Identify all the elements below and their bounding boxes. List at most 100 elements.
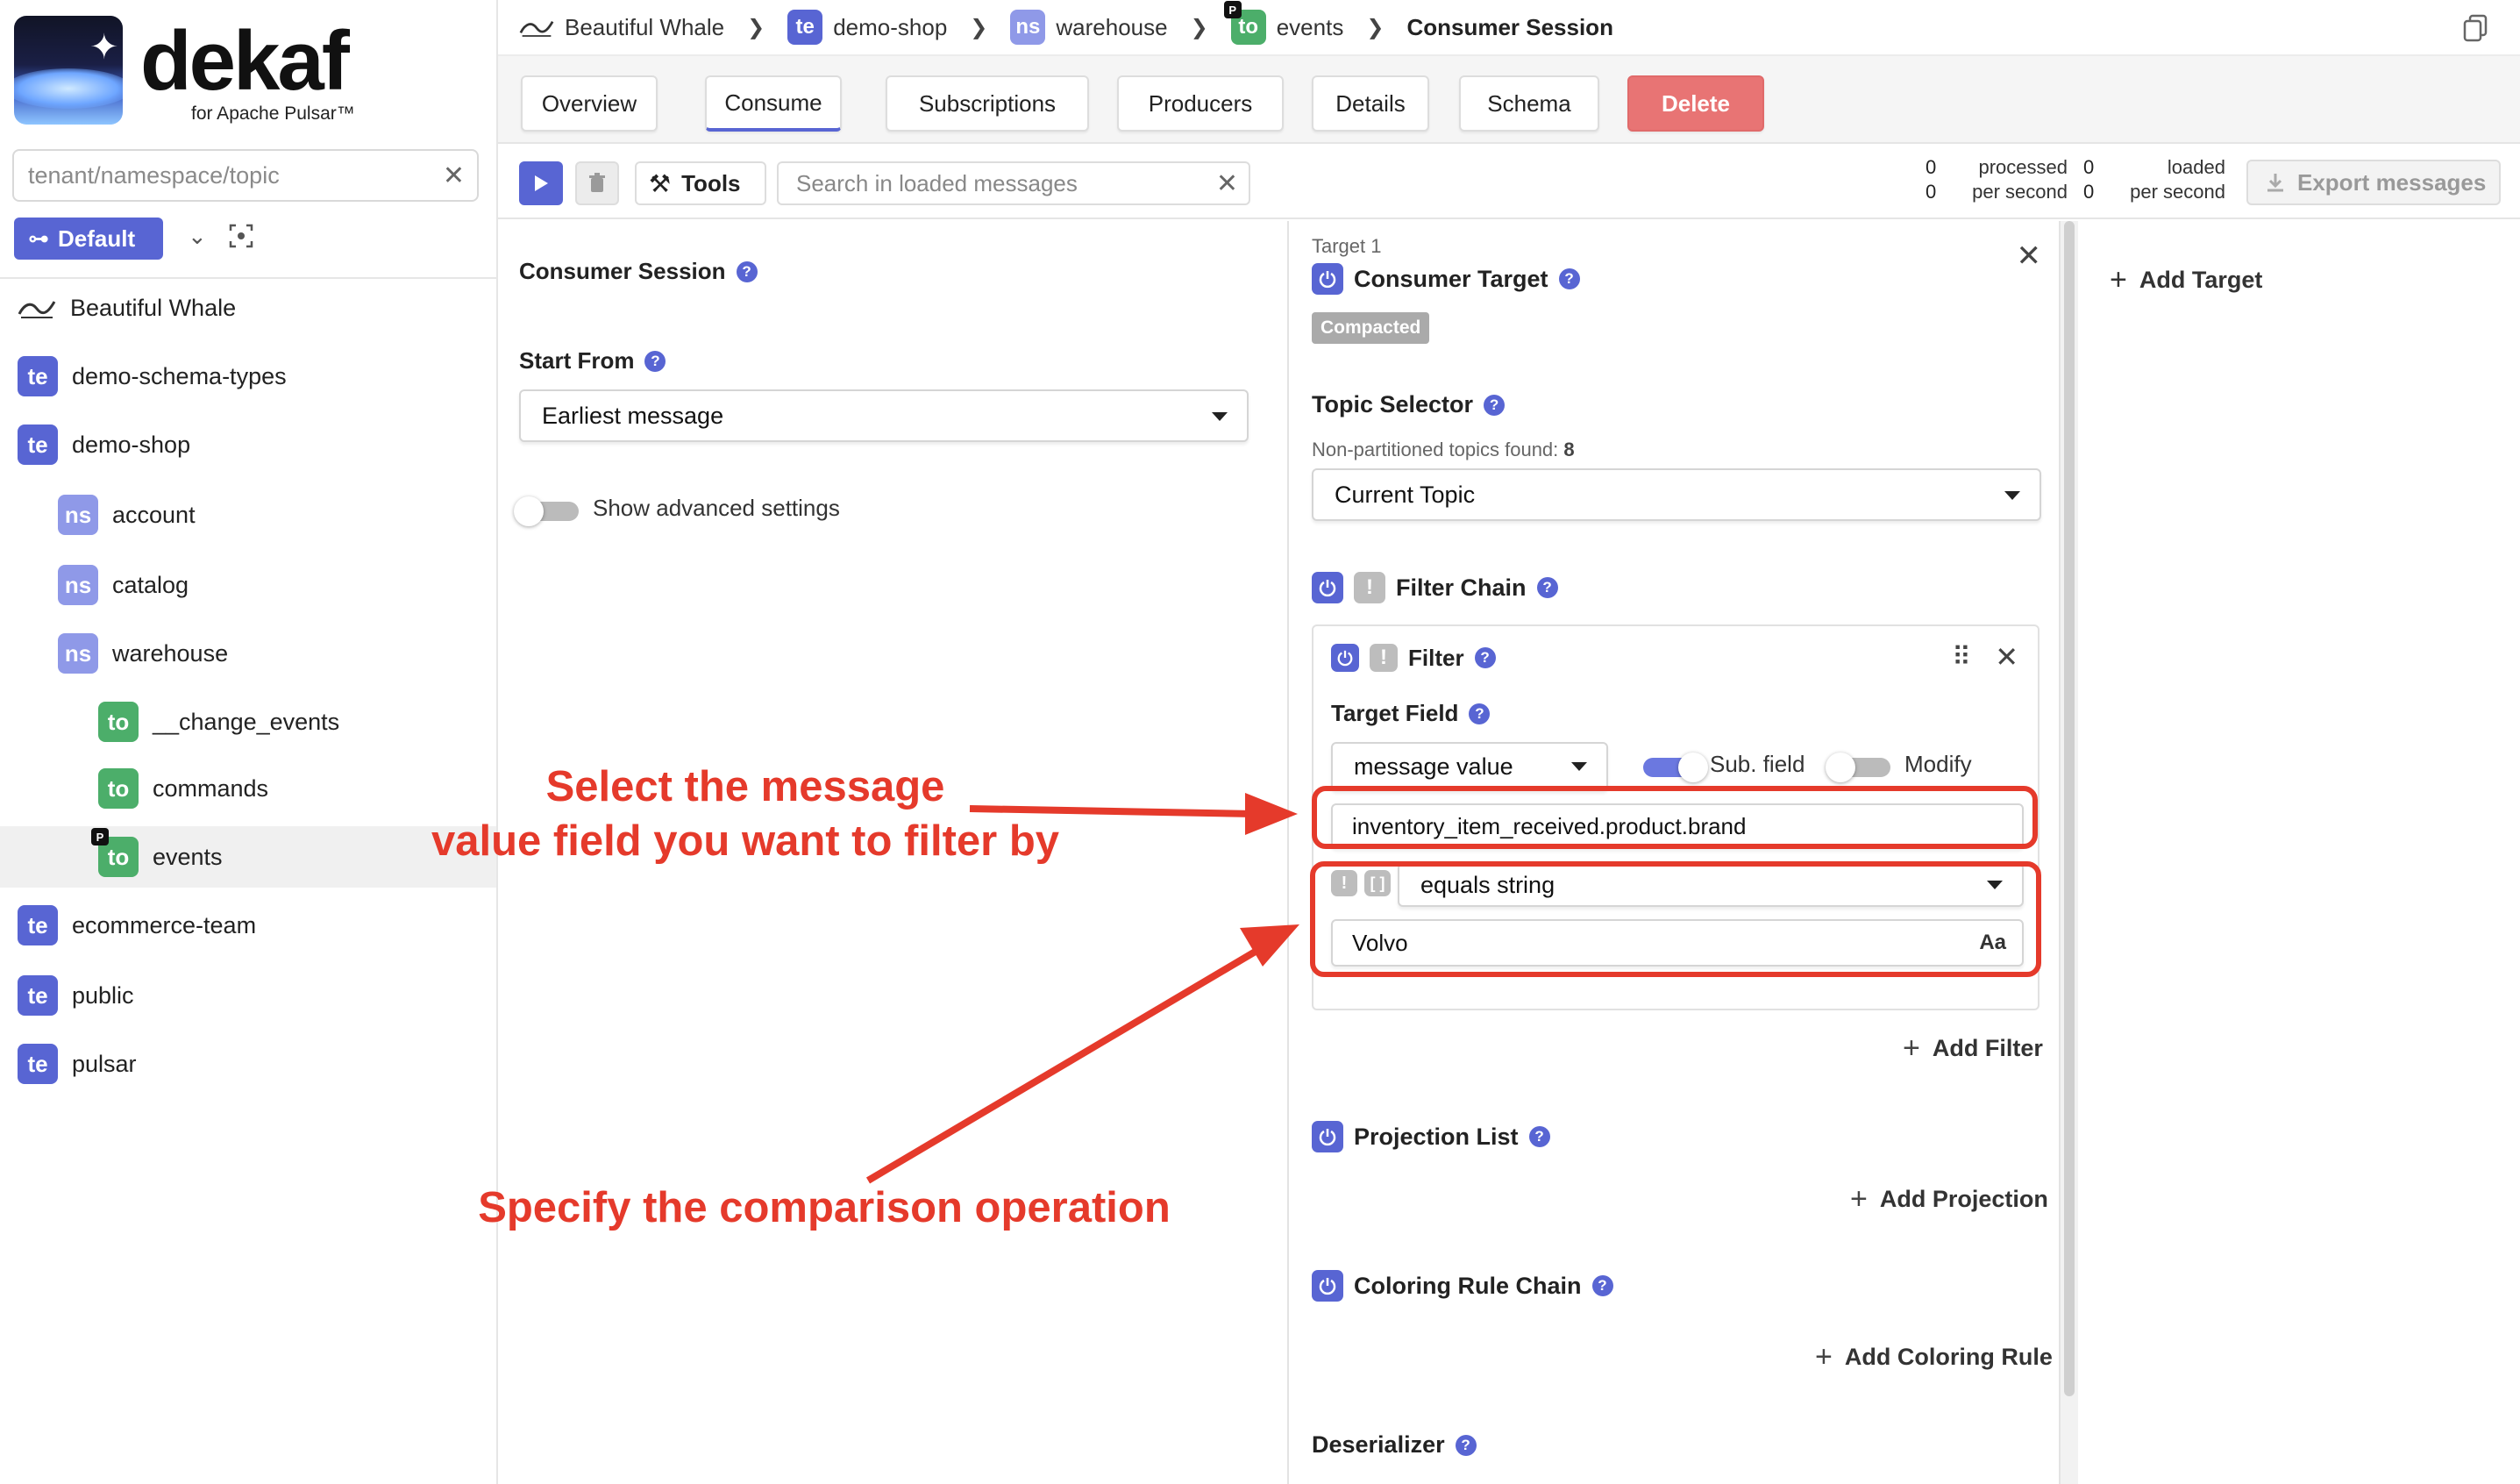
power-icon[interactable] bbox=[1312, 1270, 1343, 1302]
drag-handle-icon[interactable]: ⠿ bbox=[1952, 642, 1971, 673]
negate-icon[interactable]: ! bbox=[1354, 572, 1385, 603]
help-icon[interactable]: ? bbox=[1536, 577, 1558, 598]
breadcrumb-instance[interactable]: Beautiful Whale bbox=[519, 14, 724, 41]
advanced-settings-toggle[interactable] bbox=[514, 496, 579, 526]
plus-icon: + bbox=[1815, 1340, 1833, 1373]
topics-found-label: Non-partitioned topics found: bbox=[1312, 439, 1559, 460]
tools-button[interactable]: ⚒ Tools bbox=[635, 161, 766, 205]
breadcrumb-namespace[interactable]: ns warehouse bbox=[1010, 10, 1168, 45]
copy-icon[interactable] bbox=[2462, 14, 2488, 42]
tree-item-tenant[interactable]: te demo-shop bbox=[0, 414, 496, 475]
tree-item-tenant[interactable]: te demo-schema-types bbox=[0, 346, 496, 407]
topics-found: Non-partitioned topics found: 8 bbox=[1312, 439, 1575, 461]
close-icon[interactable]: ✕ bbox=[1216, 168, 1238, 199]
tab-consume[interactable]: Consume bbox=[705, 75, 842, 132]
target-field-value: message value bbox=[1354, 753, 1513, 780]
deserializer-header: Deserializer ? bbox=[1312, 1431, 1477, 1459]
consume-toolbar: ⚒ Tools ✕ 0 0 processed per second 0 0 l… bbox=[498, 146, 2520, 219]
sub-field-toggle[interactable] bbox=[1643, 753, 1708, 782]
topic-selector-select[interactable]: Current Topic bbox=[1312, 468, 2041, 521]
close-icon[interactable]: ✕ bbox=[2017, 239, 2042, 274]
negate-icon[interactable]: ! bbox=[1370, 644, 1398, 672]
annotation-line-2: value field you want to filter by bbox=[431, 817, 1060, 865]
tab-details[interactable]: Details bbox=[1312, 75, 1429, 132]
breadcrumb-tenant[interactable]: te demo-shop bbox=[787, 10, 947, 45]
message-search[interactable]: ✕ bbox=[777, 161, 1250, 205]
close-icon[interactable]: ✕ bbox=[1995, 640, 2018, 674]
tree-item-namespace[interactable]: ns catalog bbox=[0, 554, 496, 616]
tab-producers[interactable]: Producers bbox=[1117, 75, 1284, 132]
tab-schema[interactable]: Schema bbox=[1459, 75, 1599, 132]
tree-item-tenant[interactable]: te pulsar bbox=[0, 1033, 496, 1095]
sub-field-label: Sub. field bbox=[1710, 751, 1805, 777]
breadcrumb-label: events bbox=[1276, 13, 1344, 40]
modify-toggle[interactable] bbox=[1826, 753, 1890, 782]
add-filter-button[interactable]: + Add Filter bbox=[1903, 1031, 2043, 1066]
chevron-right-icon: ❯ bbox=[970, 15, 988, 39]
namespace-badge: ns bbox=[58, 495, 98, 535]
filter-chain-header: ! Filter Chain ? bbox=[1312, 572, 1558, 603]
target-field-select[interactable]: message value bbox=[1331, 742, 1608, 791]
topic-search-input[interactable] bbox=[28, 151, 431, 200]
tab-overview[interactable]: Overview bbox=[521, 75, 658, 132]
help-icon[interactable]: ? bbox=[1484, 394, 1506, 416]
power-icon[interactable] bbox=[1312, 1121, 1343, 1152]
tabs-row: Overview Consume Subscriptions Producers… bbox=[498, 56, 2520, 144]
tree-item-namespace[interactable]: ns warehouse bbox=[0, 623, 496, 684]
tree-item-namespace[interactable]: ns account bbox=[0, 484, 496, 546]
tree-label: demo-shop bbox=[72, 431, 191, 458]
help-icon[interactable]: ? bbox=[1469, 703, 1491, 724]
topics-found-count: 8 bbox=[1563, 439, 1575, 460]
topic-badge: to bbox=[98, 768, 139, 809]
advanced-settings-label: Show advanced settings bbox=[593, 495, 840, 521]
help-icon[interactable]: ? bbox=[1558, 268, 1580, 289]
close-icon[interactable]: ✕ bbox=[443, 161, 465, 191]
help-icon[interactable]: ? bbox=[736, 260, 758, 282]
power-icon[interactable] bbox=[1312, 263, 1343, 295]
tree-item-topic[interactable]: to __change_events bbox=[0, 691, 496, 753]
clear-button[interactable] bbox=[575, 161, 619, 205]
sparkle-icon: ✦ bbox=[89, 27, 119, 68]
focus-icon[interactable] bbox=[228, 223, 254, 249]
tree-item-instance[interactable]: Beautiful Whale bbox=[0, 277, 496, 339]
help-icon[interactable]: ? bbox=[1528, 1126, 1550, 1147]
power-icon[interactable] bbox=[1331, 644, 1359, 672]
highlight-operation bbox=[1310, 861, 2041, 977]
tree-label: events bbox=[153, 843, 223, 870]
tab-subscriptions[interactable]: Subscriptions bbox=[886, 75, 1089, 132]
breadcrumb-topic[interactable]: P to events bbox=[1223, 1, 1344, 45]
start-from-value: Earliest message bbox=[542, 402, 724, 429]
help-icon[interactable]: ? bbox=[644, 350, 666, 372]
scrollbar-thumb[interactable] bbox=[2064, 221, 2075, 1396]
tree-item-tenant[interactable]: te public bbox=[0, 965, 496, 1026]
breadcrumb-current: Consumer Session bbox=[1406, 13, 1613, 40]
target-scrollbar[interactable] bbox=[2059, 221, 2078, 1484]
plus-icon: + bbox=[1903, 1031, 1920, 1065]
help-icon[interactable]: ? bbox=[1591, 1275, 1613, 1296]
filter-chain-label: Filter Chain bbox=[1396, 574, 1527, 601]
session-title-text: Consumer Session bbox=[519, 258, 726, 284]
export-messages-button[interactable]: Export messages bbox=[2246, 160, 2501, 205]
message-search-input[interactable] bbox=[796, 163, 1199, 203]
breadcrumb: Beautiful Whale ❯ te demo-shop ❯ ns ware… bbox=[498, 0, 2520, 56]
add-target-button[interactable]: + Add Target bbox=[2110, 263, 2262, 297]
start-from-select[interactable]: Earliest message bbox=[519, 389, 1249, 442]
default-library-button[interactable]: ⊶ Default bbox=[14, 218, 163, 260]
topic-badge: P to bbox=[1223, 1, 1266, 45]
add-projection-button[interactable]: + Add Projection bbox=[1850, 1182, 2048, 1216]
tenant-badge: te bbox=[787, 10, 823, 45]
power-icon[interactable] bbox=[1312, 572, 1343, 603]
delete-button[interactable]: Delete bbox=[1627, 75, 1764, 132]
collapse-all-icon[interactable]: ⌄ bbox=[188, 223, 207, 250]
play-button[interactable] bbox=[519, 161, 563, 205]
plus-icon: + bbox=[2110, 263, 2127, 296]
help-icon[interactable]: ? bbox=[1474, 647, 1496, 668]
help-icon[interactable]: ? bbox=[1455, 1434, 1477, 1456]
persistent-badge: P bbox=[91, 828, 109, 845]
annotation-select-field: Select the message value field you want … bbox=[412, 760, 1078, 868]
namespace-badge: ns bbox=[1010, 10, 1046, 45]
breadcrumb-label: warehouse bbox=[1056, 13, 1168, 40]
topic-search[interactable]: ✕ bbox=[12, 149, 479, 202]
tree-item-tenant[interactable]: te ecommerce-team bbox=[0, 895, 496, 956]
add-coloring-rule-button[interactable]: + Add Coloring Rule bbox=[1815, 1340, 2053, 1374]
